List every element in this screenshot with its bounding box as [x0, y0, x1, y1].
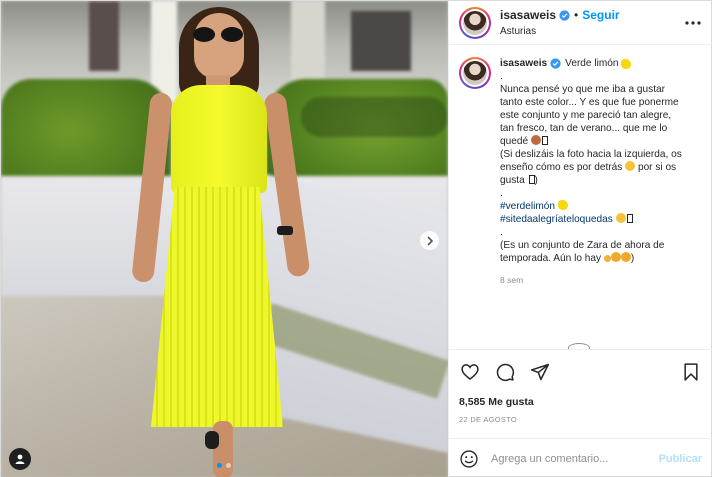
save-button[interactable]	[680, 361, 702, 383]
more-options-button[interactable]	[684, 15, 702, 31]
caption-text-fragment: )	[534, 175, 538, 186]
caption-avatar[interactable]	[459, 57, 491, 89]
caption-text-fragment: gusta	[500, 175, 525, 186]
comment-button[interactable]	[494, 361, 516, 383]
caption-line: #sitedaalegríateloquedas	[500, 213, 702, 226]
woman-emoji-icon	[530, 135, 541, 145]
emoji-picker-button[interactable]	[459, 448, 481, 470]
user-icon	[15, 454, 25, 464]
caption-text-fragment: enseño cómo es por detrás	[500, 162, 623, 173]
caption-line: este conjunto y me pareció tan alegre,	[500, 110, 672, 121]
carousel-dot-1	[217, 463, 222, 468]
location-link[interactable]: Asturias	[500, 26, 620, 37]
smile-emoji-icon	[625, 161, 636, 171]
carousel-next-button[interactable]	[420, 231, 439, 250]
post-header: isasaweis • Seguir Asturias	[449, 1, 712, 45]
instagram-post: isasaweis • Seguir Asturias isasaweis Ve…	[0, 0, 712, 477]
caption-line: Nunca pensé yo que me iba a gustar	[500, 84, 665, 95]
caption-line: tanto este color... Y es que fue ponerme	[500, 97, 679, 108]
comments-area: isasaweis Verde limón . Nunca pensé yo q…	[449, 45, 712, 349]
tagged-users-button[interactable]	[9, 448, 31, 470]
caption-title: Verde limón	[565, 58, 619, 69]
caption-line: .	[500, 188, 503, 199]
comment-icon	[496, 363, 515, 382]
publish-button[interactable]: Publicar	[659, 453, 702, 465]
post-side-panel: isasaweis • Seguir Asturias isasaweis Ve…	[448, 1, 712, 477]
caption-line: .	[500, 71, 503, 82]
post-photo[interactable]	[1, 1, 448, 477]
caption-text-fragment: )	[630, 253, 635, 264]
bookmark-icon	[684, 363, 698, 381]
hashtag-link[interactable]: #sitedaalegríateloquedas	[500, 214, 613, 225]
load-more-comments-icon[interactable]	[568, 343, 590, 349]
caption-text-fragment: temporada. Aún lo hay	[500, 253, 602, 264]
share-icon	[530, 363, 550, 381]
more-horizontal-icon	[685, 21, 701, 25]
carousel-dot-2	[226, 463, 231, 468]
follow-button[interactable]: Seguir	[582, 8, 619, 23]
smile-emoji-icon	[603, 255, 611, 262]
caption-text-fragment: quedé	[500, 136, 529, 147]
caption-line: gusta )	[500, 174, 702, 187]
verified-badge-icon	[559, 10, 570, 21]
caption-line: quedé	[500, 135, 702, 148]
smiley-icon	[460, 449, 478, 468]
caption-timestamp[interactable]: 8 sem	[500, 274, 702, 287]
lemon-emoji-icon	[557, 200, 568, 210]
hashtag-link[interactable]: #verdelimón	[500, 201, 555, 212]
separator: •	[574, 8, 579, 22]
caption-text: isasaweis Verde limón . Nunca pensé yo q…	[500, 57, 702, 287]
add-comment-bar: Publicar	[449, 438, 712, 477]
watch	[277, 226, 293, 235]
grin-emoji-icon	[620, 252, 631, 262]
caption-line: (Es un conjunto de Zara de ahora de	[500, 240, 665, 251]
caption-line: enseño cómo es por detrás por si os	[500, 161, 702, 174]
missing-glyph-icon	[541, 136, 548, 145]
caption: isasaweis Verde limón . Nunca pensé yo q…	[459, 57, 702, 287]
caption-line: temporada. Aún lo hay )	[500, 252, 702, 265]
caption-line: #verdelimón	[500, 200, 702, 213]
post-date: 22 DE AGOSTO	[459, 415, 518, 424]
verified-badge-icon	[550, 58, 561, 69]
avatar[interactable]	[459, 6, 491, 39]
post-actions: 8,585 Me gusta 22 DE AGOSTO	[449, 349, 712, 438]
caption-line: (Si deslizáis la foto hacia la izquierda…	[500, 149, 682, 160]
caption-line: tan fresco, tan de verano... que me lo	[500, 123, 668, 134]
lemon-emoji-icon	[621, 58, 632, 69]
comment-input[interactable]	[491, 452, 659, 465]
grin-emoji-icon	[615, 213, 626, 223]
likes-count[interactable]: 8,585 Me gusta	[459, 396, 702, 408]
caption-line: .	[500, 227, 503, 238]
heart-icon	[461, 364, 479, 381]
carousel-indicator	[217, 463, 231, 468]
caption-username[interactable]: isasaweis	[500, 57, 547, 70]
sunglasses	[193, 27, 245, 43]
yellow-top	[171, 85, 267, 193]
chevron-right-icon	[426, 235, 433, 246]
missing-glyph-icon	[626, 214, 633, 223]
grin-emoji-icon	[610, 252, 621, 262]
share-button[interactable]	[529, 361, 551, 383]
caption-text-fragment: por si os	[637, 162, 677, 173]
header-username[interactable]: isasaweis	[500, 8, 556, 23]
like-button[interactable]	[459, 361, 481, 383]
